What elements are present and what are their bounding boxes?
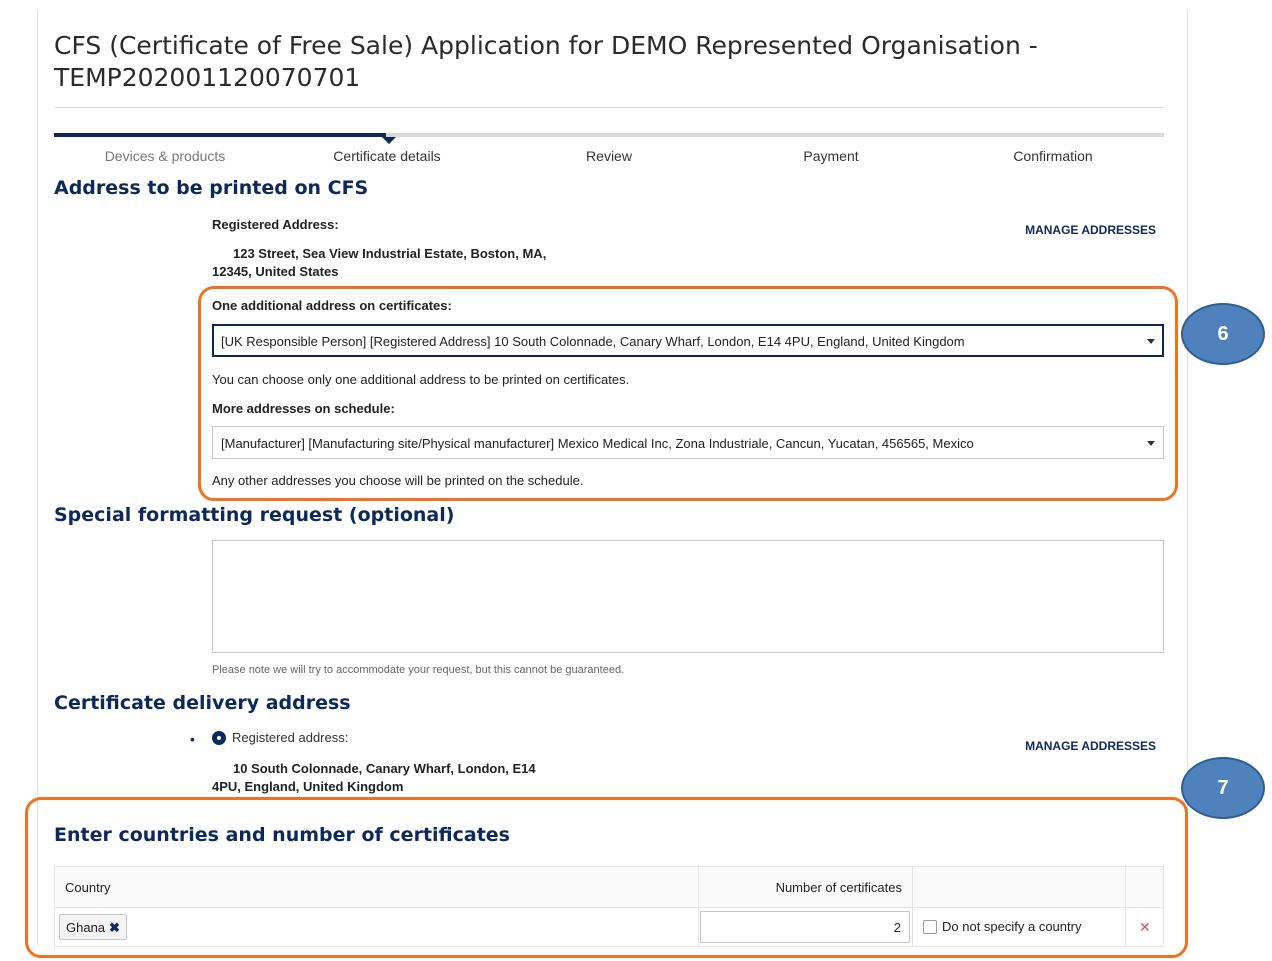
title-divider bbox=[54, 107, 1164, 108]
progress-fill bbox=[54, 133, 386, 137]
progress-current-marker bbox=[382, 137, 396, 144]
annotation-callout-6: 6 bbox=[1181, 303, 1265, 365]
delivery-address-line2: 4PU, England, United Kingdom bbox=[212, 779, 404, 794]
formatting-request-textarea[interactable] bbox=[212, 540, 1164, 653]
annotation-box-addresses bbox=[198, 286, 1178, 501]
registered-address-radio-label: Registered address: bbox=[232, 730, 349, 745]
bullet-icon: • bbox=[190, 731, 195, 747]
step-payment: Payment bbox=[803, 148, 859, 164]
step-devices-products[interactable]: Devices & products bbox=[54, 148, 276, 164]
step-confirmation: Confirmation bbox=[1013, 148, 1093, 164]
manage-addresses-link[interactable]: MANAGE ADDRESSES bbox=[1000, 223, 1156, 237]
registered-address-line1: 123 Street, Sea View Industrial Estate, … bbox=[233, 246, 547, 261]
step-review: Review bbox=[586, 148, 632, 164]
manage-delivery-addresses-link[interactable]: MANAGE ADDRESSES bbox=[1000, 739, 1156, 753]
delivery-section-heading: Certificate delivery address bbox=[54, 692, 351, 714]
step-certificate-details: Certificate details bbox=[333, 148, 441, 164]
formatting-section-heading: Special formatting request (optional) bbox=[54, 504, 455, 526]
address-section-heading: Address to be printed on CFS bbox=[54, 177, 369, 199]
registered-address-radio[interactable] bbox=[212, 731, 226, 745]
progress-track bbox=[54, 133, 1164, 137]
registered-address-line2: 12345, United States bbox=[212, 264, 339, 279]
delivery-address-line1: 10 South Colonnade, Canary Wharf, London… bbox=[233, 761, 536, 776]
page-title: CFS (Certificate of Free Sale) Applicati… bbox=[54, 31, 1038, 92]
annotation-callout-7: 7 bbox=[1181, 757, 1265, 819]
annotation-box-countries bbox=[25, 797, 1188, 958]
formatting-note: Please note we will try to accommodate y… bbox=[212, 664, 625, 676]
registered-address-label: Registered Address: bbox=[212, 217, 339, 232]
